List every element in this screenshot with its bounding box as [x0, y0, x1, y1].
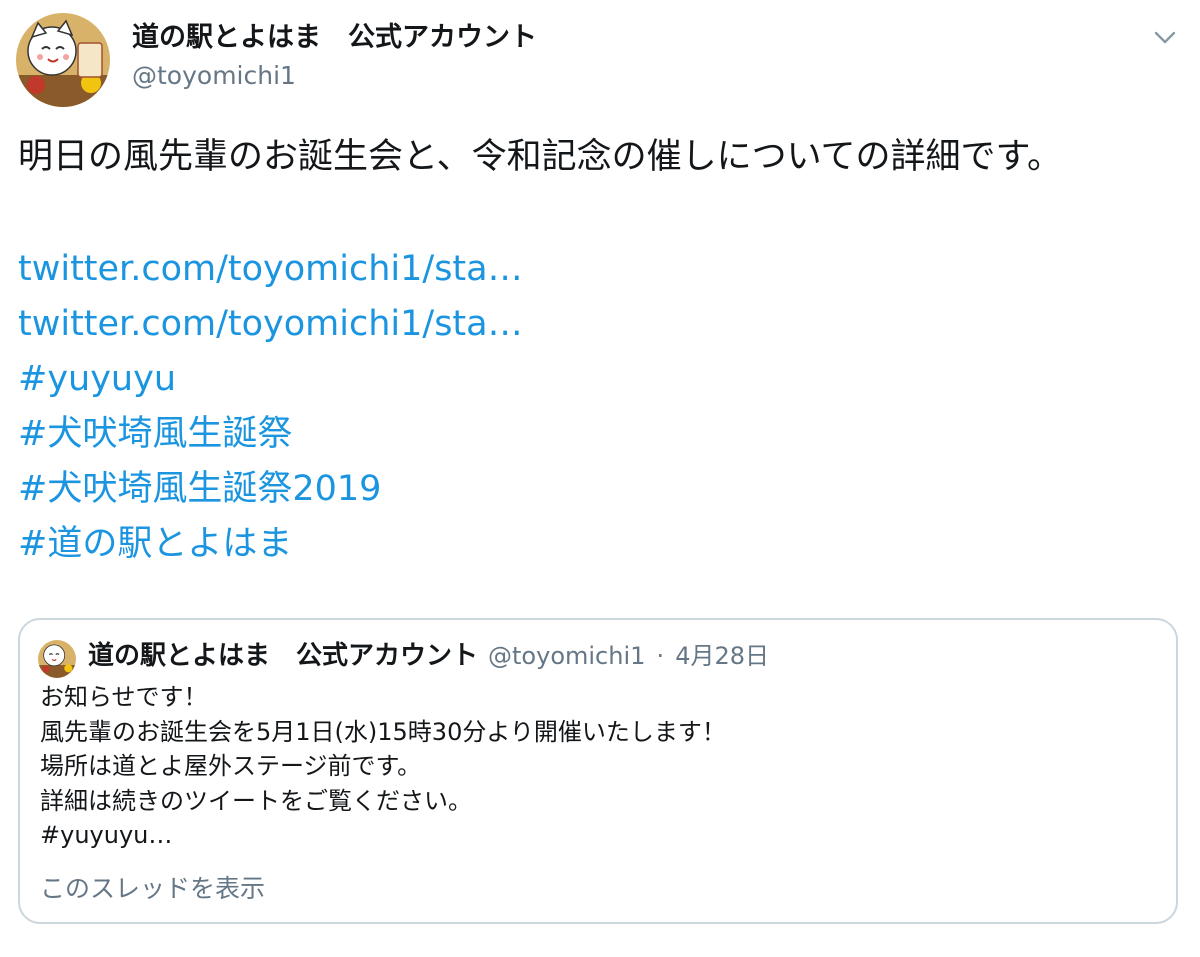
- quote-line: お知らせです！: [40, 683, 208, 711]
- quote-separator: ·: [656, 642, 665, 670]
- tweet-links: twitter.com/toyomichi1/sta… twitter.com/…: [18, 242, 1178, 572]
- author-handle[interactable]: @toyomichi1: [132, 60, 296, 92]
- hashtag-link[interactable]: #犬吠埼風生誕祭2019: [18, 462, 1178, 517]
- status-link[interactable]: twitter.com/toyomichi1/sta…: [18, 242, 1178, 297]
- hashtag-link[interactable]: #yuyuyu: [18, 352, 1178, 407]
- quote-avatar[interactable]: [38, 640, 76, 678]
- show-thread-link[interactable]: このスレッドを表示: [40, 872, 265, 906]
- quote-header: 道の駅とよはま 公式アカウント @toyomichi1 · 4月28日: [88, 638, 769, 677]
- quote-line: 詳細は続きのツイートをご覧ください。: [40, 786, 472, 815]
- quote-text: お知らせです！ 風先輩のお誕生会を5月1日(水)15時30分より開催いたします！…: [40, 680, 1160, 853]
- quote-display-name[interactable]: 道の駅とよはま 公式アカウント: [88, 641, 478, 671]
- quoted-tweet[interactable]: 道の駅とよはま 公式アカウント @toyomichi1 · 4月28日 お知らせで…: [18, 618, 1178, 924]
- maneki-neko-avatar-image: [38, 640, 76, 678]
- quote-handle[interactable]: @toyomichi1: [488, 642, 645, 670]
- tweet-card: 道の駅とよはま 公式アカウント @toyomichi1 明日の風先輩のお誕生会と…: [0, 0, 1200, 957]
- author-display-name[interactable]: 道の駅とよはま 公式アカウント: [132, 20, 537, 56]
- quote-line: 風先輩のお誕生会を5月1日(水)15時30分より開催いたします！: [40, 717, 726, 746]
- chevron-down-icon[interactable]: [1150, 22, 1180, 52]
- quote-line: 場所は道とよ屋外ステージ前です。: [40, 752, 422, 780]
- tweet-text: 明日の風先輩のお誕生会と、令和記念の催しについての詳細です。: [18, 137, 1063, 177]
- hashtag-link[interactable]: #犬吠埼風生誕祭: [18, 407, 1178, 462]
- quote-line: #yuyuyu…: [40, 821, 173, 849]
- quote-date[interactable]: 4月28日: [675, 642, 769, 670]
- author-avatar[interactable]: [16, 13, 110, 107]
- status-link[interactable]: twitter.com/toyomichi1/sta…: [18, 297, 1178, 352]
- hashtag-link[interactable]: #道の駅とよはま: [18, 517, 1178, 572]
- maneki-neko-avatar-image: [16, 13, 110, 107]
